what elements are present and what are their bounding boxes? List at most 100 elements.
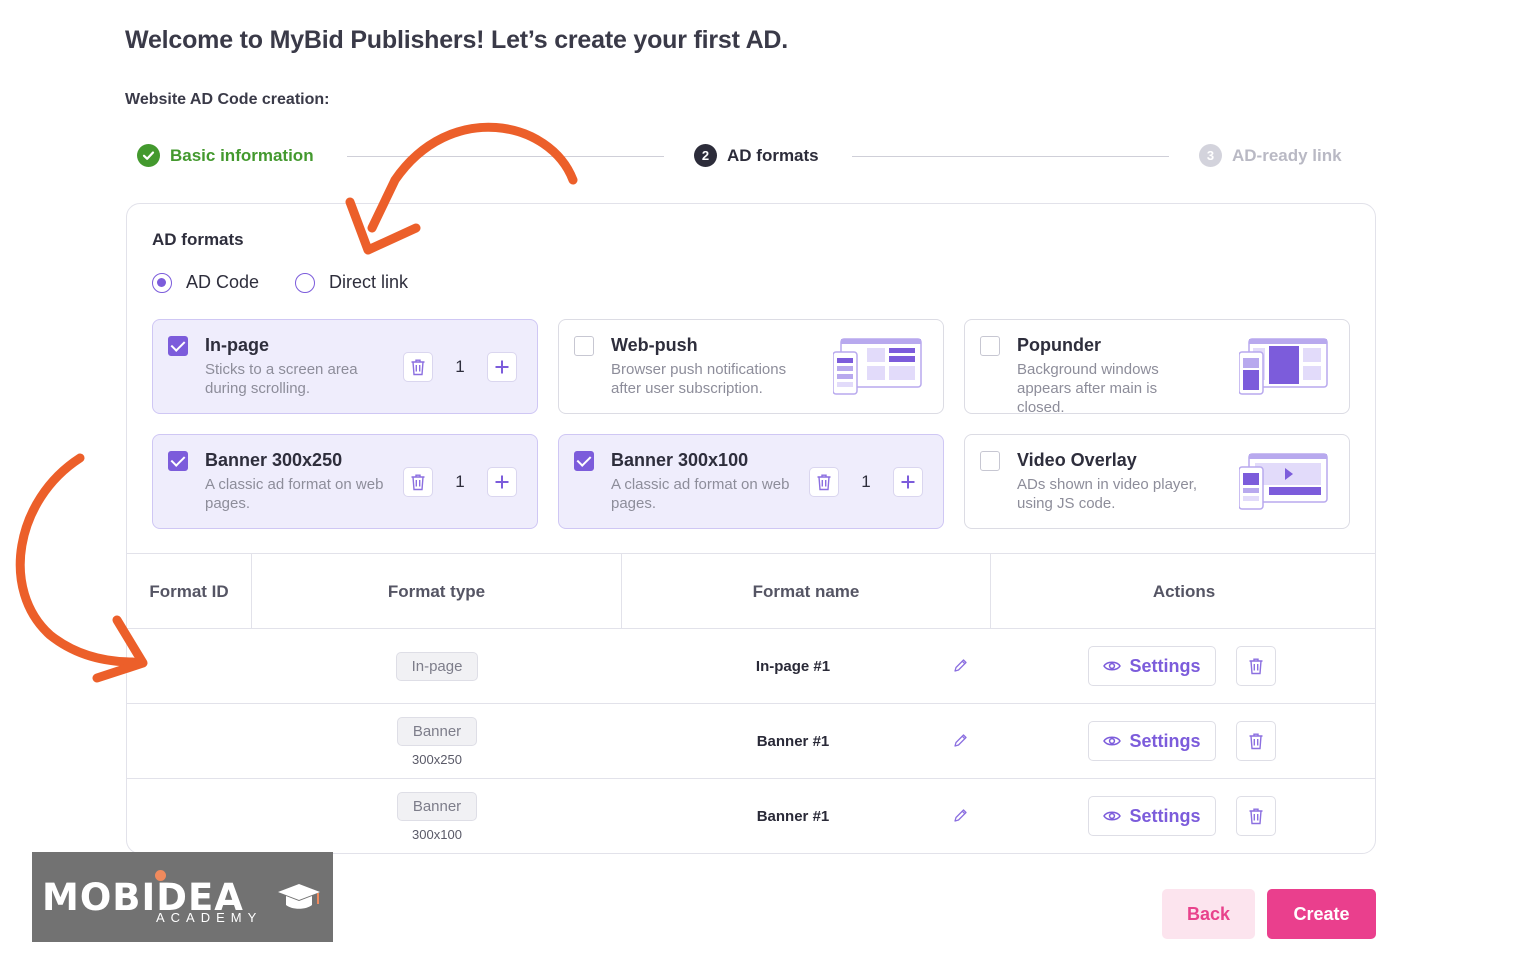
quantity-control: 1: [809, 467, 923, 497]
mode-radio-group: AD Code Direct link: [152, 272, 408, 293]
format-description: A classic ad format on web pages.: [611, 476, 790, 512]
step-number: 2: [694, 144, 717, 167]
video-overlay-illustration: [1239, 453, 1328, 510]
settings-button[interactable]: Settings: [1088, 721, 1216, 761]
format-name-cell: In-page #1: [755, 658, 831, 675]
step-ad-ready-link[interactable]: 3 AD-ready link: [1199, 144, 1342, 167]
step-label: AD formats: [727, 145, 819, 165]
format-type-cell: Banner 300x250: [377, 704, 497, 779]
format-checkbox[interactable]: [574, 451, 594, 471]
formats-table: Format ID Format type Format name Action…: [127, 553, 1375, 853]
popunder-illustration: [1239, 338, 1328, 395]
format-type-badge: Banner: [396, 716, 478, 746]
radio-ad-code[interactable]: AD Code: [152, 272, 259, 293]
format-checkbox[interactable]: [980, 451, 1000, 471]
step-number: 3: [1199, 144, 1222, 167]
format-checkbox[interactable]: [574, 336, 594, 356]
back-button[interactable]: Back: [1162, 889, 1255, 939]
radio-direct-link[interactable]: Direct link: [295, 272, 408, 293]
edit-icon[interactable]: [953, 733, 968, 753]
plus-icon: [495, 360, 509, 374]
delete-button[interactable]: [403, 467, 433, 497]
settings-label: Settings: [1129, 805, 1201, 826]
format-name: Popunder: [1017, 335, 1101, 355]
eye-icon: [1103, 811, 1122, 821]
radio-label: Direct link: [329, 272, 409, 292]
format-card-video-overlay[interactable]: Video Overlay ADs shown in video player,…: [964, 434, 1350, 529]
trash-icon: [411, 474, 425, 491]
delete-row-button[interactable]: [1236, 646, 1276, 686]
format-name: Banner 300x250: [205, 450, 343, 470]
table-row: In-page In-page #1 Settings: [127, 629, 1375, 704]
format-type-cell: In-page: [377, 629, 497, 704]
format-card-banner-300x250[interactable]: Banner 300x250 A classic ad format on we…: [152, 434, 538, 529]
format-type-badge: In-page: [395, 652, 479, 681]
annotation-arrow-top: [345, 122, 578, 255]
mobidea-academy-logo: MOBIDEA ACADEMY: [32, 852, 333, 942]
section-label: Website AD Code creation:: [125, 91, 330, 108]
format-type-cell: Banner 300x100: [377, 779, 497, 853]
column-header: Format name: [752, 581, 860, 601]
format-name: In-page: [205, 335, 270, 355]
card-title: AD formats: [152, 230, 244, 249]
format-size-label: 300x100: [412, 826, 462, 842]
format-description: A classic ad format on web pages.: [205, 476, 384, 512]
web-push-illustration: [833, 338, 922, 395]
settings-label: Settings: [1129, 730, 1201, 751]
format-checkbox[interactable]: [168, 336, 188, 356]
add-button[interactable]: [893, 467, 923, 497]
settings-button[interactable]: Settings: [1088, 796, 1216, 836]
format-card-in-page[interactable]: In-page Sticks to a screen area during s…: [152, 319, 538, 414]
delete-button[interactable]: [809, 467, 839, 497]
delete-row-button[interactable]: [1236, 796, 1276, 836]
format-name-cell: Banner #1: [756, 808, 830, 825]
trash-icon: [1249, 733, 1263, 750]
quantity-value: 1: [861, 472, 871, 491]
create-button[interactable]: Create: [1267, 889, 1376, 939]
stepper: Basic information 2 AD formats 3 AD-read…: [137, 144, 1352, 170]
format-card-banner-300x100[interactable]: Banner 300x100 A classic ad format on we…: [558, 434, 944, 529]
format-card-web-push[interactable]: Web-push Browser push notifications afte…: [558, 319, 944, 414]
step-basic-information[interactable]: Basic information: [137, 144, 314, 167]
quantity-value: 1: [455, 472, 465, 491]
page-title: Welcome to MyBid Publishers! Let’s creat…: [125, 26, 789, 54]
format-size-label: 300x250: [412, 751, 462, 767]
format-name: Banner 300x100: [611, 450, 749, 470]
delete-row-button[interactable]: [1236, 721, 1276, 761]
add-button[interactable]: [487, 467, 517, 497]
ad-formats-card: AD formats AD Code Direct link In-page S…: [126, 203, 1376, 854]
edit-icon[interactable]: [953, 658, 968, 678]
trash-icon: [1249, 658, 1263, 675]
radio-indicator[interactable]: [295, 272, 316, 293]
trash-icon: [411, 359, 425, 376]
annotation-arrow-left: [15, 453, 148, 683]
step-ad-formats[interactable]: 2 AD formats: [694, 144, 819, 167]
trash-icon: [817, 474, 831, 491]
radio-label: AD Code: [186, 272, 260, 292]
column-header: Format type: [387, 581, 486, 601]
table-row: Banner 300x100 Banner #1 Settings: [127, 779, 1375, 853]
format-checkbox[interactable]: [168, 451, 188, 471]
step-label: AD-ready link: [1232, 145, 1342, 165]
format-checkbox[interactable]: [980, 336, 1000, 356]
format-description: Sticks to a screen area during scrolling…: [205, 361, 358, 397]
radio-indicator[interactable]: [152, 272, 172, 293]
settings-button[interactable]: Settings: [1088, 646, 1216, 686]
column-header: Actions: [1152, 581, 1216, 601]
graduation-cap-icon: [278, 884, 320, 909]
edit-icon[interactable]: [953, 808, 968, 828]
format-card-popunder[interactable]: Popunder Background windows appears afte…: [964, 319, 1350, 416]
trash-icon: [1249, 808, 1263, 825]
format-type-badge: Banner: [396, 791, 478, 821]
format-description: Background windows appears after main is…: [1017, 361, 1159, 416]
settings-label: Settings: [1129, 655, 1201, 676]
quantity-control: 1: [403, 467, 517, 497]
add-button[interactable]: [487, 352, 517, 382]
delete-button[interactable]: [403, 352, 433, 382]
quantity-control: 1: [403, 352, 517, 382]
step-label: Basic information: [170, 145, 314, 165]
logo-subtitle: ACADEMY: [156, 910, 263, 925]
format-name: Web-push: [611, 335, 698, 355]
format-name-cell: Banner #1: [756, 733, 830, 750]
eye-icon: [1103, 661, 1122, 671]
